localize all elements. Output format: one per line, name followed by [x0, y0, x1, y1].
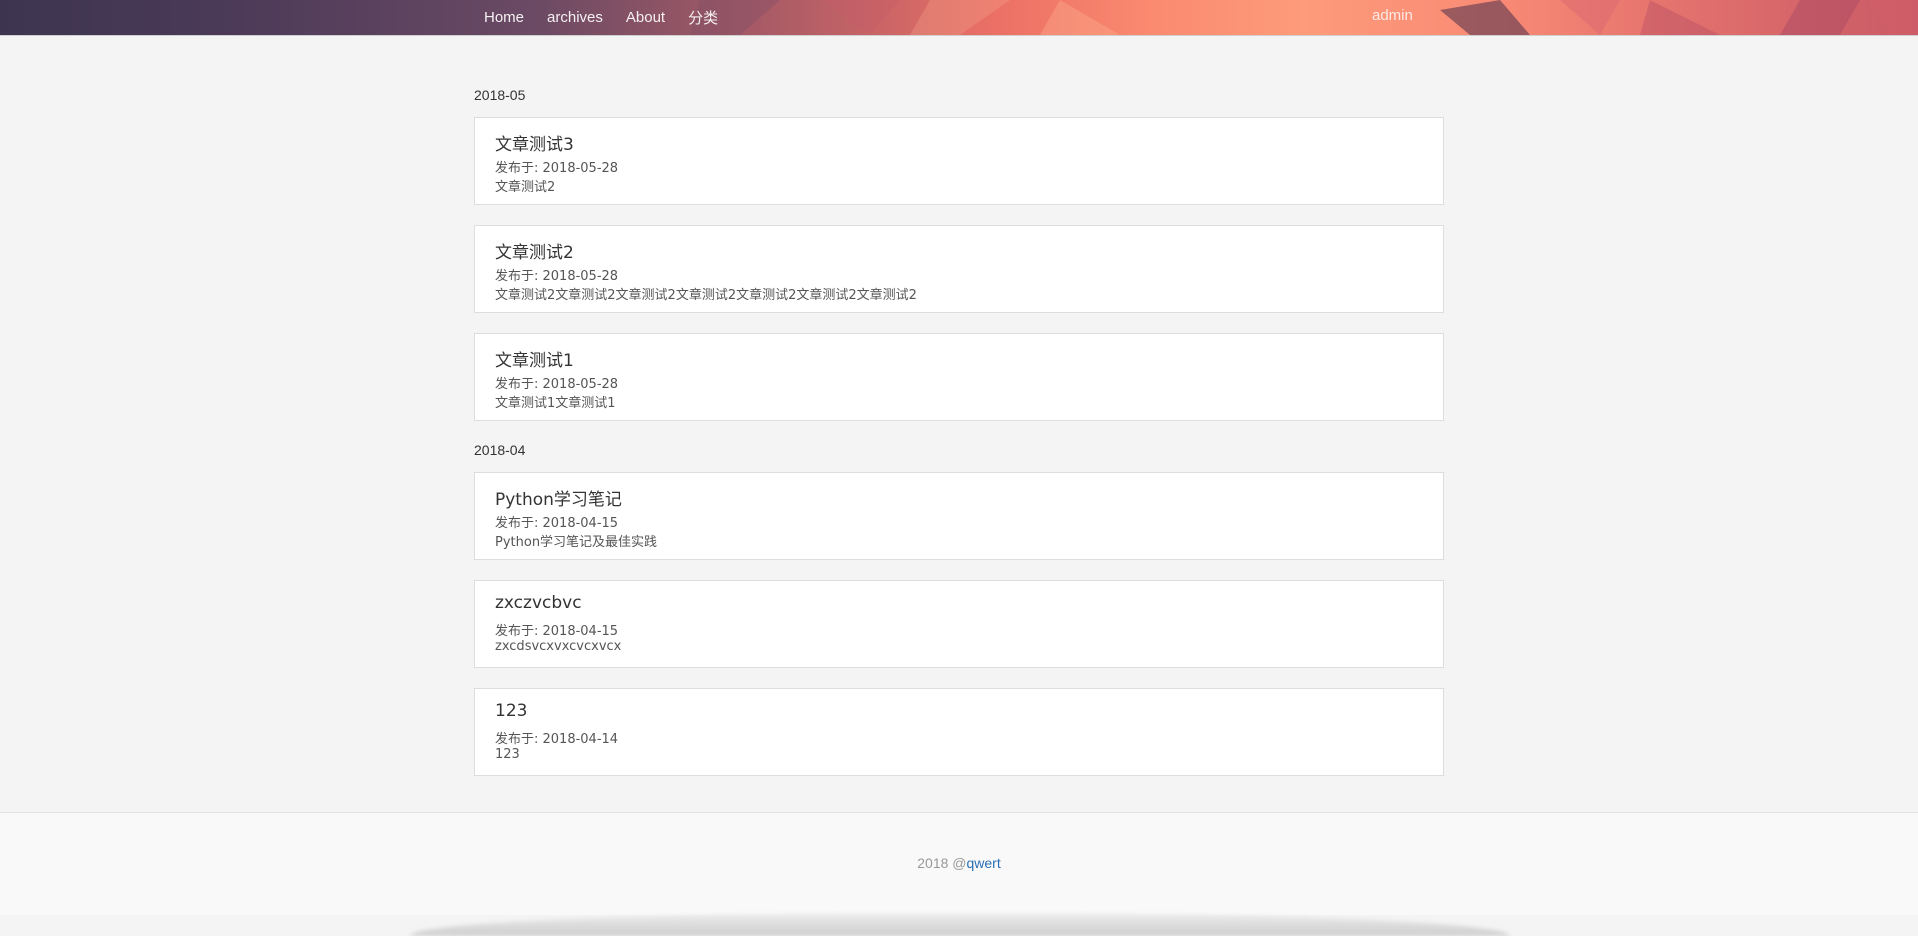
footer-author-link[interactable]: qwert	[967, 855, 1001, 871]
post-excerpt: 123	[495, 747, 520, 762]
post-title-link[interactable]: zxczvcbvc	[495, 593, 582, 613]
nav-links: Home archives About 分类	[484, 0, 741, 35]
footer-copyright-prefix: 2018 @	[917, 855, 967, 871]
post-title-link[interactable]: 文章测试1	[495, 346, 574, 371]
post-date: 发布于: 2018-05-28	[495, 269, 619, 284]
post-date: 发布于: 2018-04-14	[495, 732, 619, 747]
post-date: 发布于: 2018-04-15	[495, 516, 619, 531]
post-title-link[interactable]: 文章测试3	[495, 130, 574, 155]
navbar-background-pattern	[690, 0, 1918, 35]
post-date: 发布于: 2018-04-15	[495, 624, 619, 639]
footer-copyright: 2018 @qwert	[0, 855, 1918, 871]
post-card: 文章测试1 发布于: 2018-05-28 文章测试1文章测试1	[474, 333, 1444, 421]
top-navbar: Home archives About 分类 admin	[0, 0, 1918, 36]
nav-user-link[interactable]: admin	[1372, 0, 1413, 35]
post-date: 发布于: 2018-05-28	[495, 377, 619, 392]
post-excerpt: 文章测试1文章测试1	[495, 396, 616, 411]
bottom-shadow	[410, 914, 1510, 936]
post-excerpt: 文章测试2	[495, 180, 556, 195]
post-card: zxczvcbvc 发布于: 2018-04-15 zxcdsvcxvxcvcx…	[474, 580, 1444, 668]
nav-about-link[interactable]: About	[626, 9, 665, 26]
post-excerpt: 文章测试2文章测试2文章测试2文章测试2文章测试2文章测试2文章测试2	[495, 288, 917, 303]
post-title-link[interactable]: Python学习笔记	[495, 485, 622, 510]
archive-list: 2018-05 文章测试3 发布于: 2018-05-28 文章测试2 文章测试…	[474, 86, 1444, 796]
post-excerpt: zxcdsvcxvxcvcxvcx	[495, 639, 622, 654]
nav-archives-link[interactable]: archives	[547, 9, 603, 26]
post-excerpt: Python学习笔记及最佳实践	[495, 535, 658, 550]
post-card: 123 发布于: 2018-04-14 123	[474, 688, 1444, 776]
post-title-link[interactable]: 文章测试2	[495, 238, 574, 263]
post-card: Python学习笔记 发布于: 2018-04-15 Python学习笔记及最佳…	[474, 472, 1444, 560]
post-title-link[interactable]: 123	[495, 701, 527, 721]
month-label: 2018-05	[474, 87, 526, 103]
post-date: 发布于: 2018-05-28	[495, 161, 619, 176]
page-footer: 2018 @qwert	[0, 812, 1918, 915]
post-card: 文章测试3 发布于: 2018-05-28 文章测试2	[474, 117, 1444, 205]
post-card: 文章测试2 发布于: 2018-05-28 文章测试2文章测试2文章测试2文章测…	[474, 225, 1444, 313]
nav-category-link[interactable]: 分类	[688, 7, 718, 28]
nav-home-link[interactable]: Home	[484, 9, 524, 26]
month-label: 2018-04	[474, 442, 526, 458]
